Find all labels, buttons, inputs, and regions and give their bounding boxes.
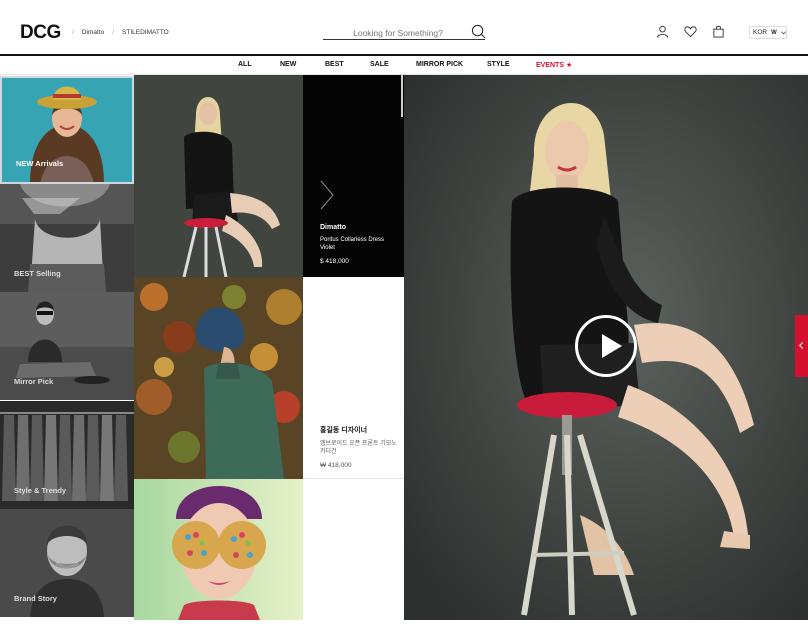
product-brand: Dimatto [320,224,347,231]
product-image-3[interactable] [134,479,303,620]
breadcrumb-separator: / [112,29,115,36]
user-icon[interactable] [656,25,669,38]
product-photo-woman-stool [134,75,303,277]
search-bar [323,23,485,40]
logo[interactable]: DCG [20,22,61,44]
product-photo-green-sweater [134,277,303,479]
product-name: 엠브로이드 오픈 프론트 기모노 카디건 [320,441,397,455]
product-image-2[interactable] [134,277,303,479]
language-label: KOR [753,29,768,36]
product-photo-sunglasses [134,479,303,620]
nav-item-best[interactable]: BEST [325,61,344,68]
product-price: ₩ 418,000 [320,462,352,469]
scrollbar-handle[interactable] [401,75,403,117]
language-select[interactable]: KOR W [749,26,787,39]
nav-item-style[interactable]: STYLE [487,61,510,68]
product-info-card-3[interactable] [303,479,404,620]
breadcrumb-item-dimatto[interactable]: Dimatto [82,29,104,36]
product-name: Poritus Collarless Dress Violet [320,237,385,251]
product-info-1: Dimatto Poritus Collarless Dress Violet … [320,224,400,265]
nav-item-new[interactable]: NEW [280,61,296,68]
breadcrumb: / Dimatto / STILEDIMATTO [72,29,169,36]
site-header: DCG / Dimatto / STILEDIMATTO KOR W [0,0,808,56]
category-style-trendy[interactable]: Style & Trendy [0,401,134,509]
category-label: Mirror Pick [14,377,54,386]
nav-item-sale[interactable]: SALE [370,61,389,68]
product-info-2: 홍길동 디자이너 엠브로이드 오픈 프론트 기모노 카디건 ₩ 418,000 [320,425,400,469]
category-label: Style & Trendy [14,486,67,495]
category-mirror-pick[interactable]: Mirror Pick [0,292,134,400]
category-label: NEW Arrivals [16,159,64,168]
shopping-bag-icon[interactable] [712,25,725,38]
main-nav: ALL NEW BEST SALE MIRROR PICK STYLE EVEN… [0,56,808,75]
breadcrumb-separator: / [72,29,74,36]
play-button[interactable] [575,315,637,377]
chevron-down-icon [780,30,786,34]
category-new-arrivals[interactable]: NEW Arrivals [0,76,134,184]
heart-icon[interactable] [684,25,697,38]
nav-item-events[interactable]: EVENTS ★ [536,61,572,69]
breadcrumb-item-stiledimatto[interactable]: STILEDIMATTO [122,29,169,36]
category-label: Brand Story [14,594,57,603]
product-info-card-1[interactable]: Dimatto Poritus Collarless Dress Violet … [303,75,404,277]
product-image-1[interactable] [134,75,303,277]
category-best-selling[interactable]: BEST Selling [0,184,134,292]
language-flag: W [771,29,777,36]
category-brand-story[interactable]: Brand Story [0,509,134,617]
nav-item-all[interactable]: ALL [238,61,252,68]
category-label: BEST Selling [14,269,61,278]
chevron-right-icon[interactable] [320,180,334,210]
product-info-card-2[interactable]: 홍길동 디자이너 엠브로이드 오픈 프론트 기모노 카디건 ₩ 418,000 [303,277,404,479]
product-price: $ 418,000 [320,258,349,265]
nav-item-mirror-pick[interactable]: MIRROR PICK [416,61,463,68]
side-panel-toggle[interactable] [795,315,808,377]
product-brand: 홍길동 디자이너 [320,427,368,434]
search-input[interactable] [323,26,473,38]
search-icon[interactable] [471,24,486,39]
